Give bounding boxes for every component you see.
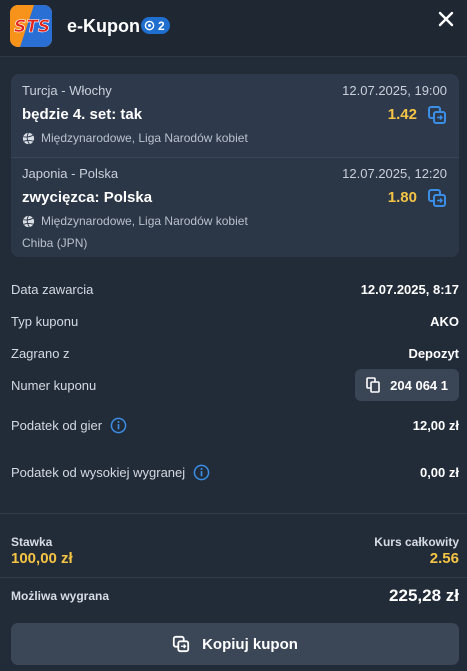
copy-coupon-number-button[interactable]: 204 064 1 bbox=[355, 369, 459, 401]
detail-type-row: Typ kuponu AKO bbox=[11, 310, 459, 332]
bet-league: Międzynarodowe, Liga Narodów kobiet bbox=[22, 214, 248, 228]
sts-logo: STS bbox=[10, 5, 52, 47]
bet-datetime: 12.07.2025, 12:20 bbox=[342, 166, 447, 181]
possible-win-label: Możliwa wygrana bbox=[11, 589, 110, 603]
stake-value: 100,00 zł bbox=[11, 550, 73, 567]
stake-label: Stawka bbox=[11, 535, 53, 549]
volleyball-icon bbox=[22, 215, 35, 227]
volleyball-icon bbox=[22, 132, 35, 144]
info-icon[interactable] bbox=[193, 464, 210, 481]
bet-match: Japonia - Polska bbox=[22, 166, 119, 181]
number-label: Numer kuponu bbox=[11, 377, 97, 393]
swap-icon[interactable] bbox=[427, 188, 447, 208]
detail-source-row: Zagrano z Depozyt bbox=[11, 342, 459, 364]
detail-tax-games-row: Podatek od gier 12,00 zł bbox=[11, 414, 459, 436]
tax-win-value: 0,00 zł bbox=[419, 464, 459, 480]
possible-win-value: 225,28 zł bbox=[389, 586, 459, 605]
detail-date-row: Data zawarcia 12.07.2025, 8:17 bbox=[11, 278, 459, 300]
copy-icon bbox=[366, 377, 380, 393]
date-label: Data zawarcia bbox=[11, 281, 94, 297]
source-value: Depozyt bbox=[408, 345, 459, 361]
bet-odds: 1.80 bbox=[387, 189, 417, 206]
detail-number-row: Numer kuponu 204 064 1 bbox=[11, 369, 459, 401]
close-icon bbox=[438, 11, 454, 27]
tax-win-label: Podatek od wysokiej wygranej bbox=[11, 464, 210, 481]
bet-league: Międzynarodowe, Liga Narodów kobiet bbox=[22, 131, 248, 145]
divider bbox=[0, 577, 467, 578]
bet-datetime: 12.07.2025, 19:00 bbox=[342, 83, 447, 98]
page-title: e-Kupon bbox=[67, 16, 140, 36]
divider bbox=[0, 513, 467, 514]
bet-item[interactable]: Japonia - Polska 12.07.2025, 12:20 zwyci… bbox=[11, 157, 459, 257]
copy-coupon-icon bbox=[172, 635, 190, 653]
tax-games-label: Podatek od gier bbox=[11, 417, 127, 434]
type-label: Typ kuponu bbox=[11, 313, 79, 329]
bet-pick: będzie 4. set: tak bbox=[22, 106, 143, 123]
date-value: 12.07.2025, 8:17 bbox=[360, 281, 459, 297]
info-icon[interactable] bbox=[110, 417, 127, 434]
swap-icon[interactable] bbox=[427, 105, 447, 125]
source-label: Zagrano z bbox=[11, 345, 70, 361]
coupon-icon bbox=[144, 20, 155, 31]
bet-odds: 1.42 bbox=[387, 106, 417, 123]
bet-venue: Chiba (JPN) bbox=[22, 236, 88, 250]
copy-coupon-button[interactable]: Kopiuj kupon bbox=[11, 623, 459, 665]
copy-coupon-label: Kopiuj kupon bbox=[202, 635, 298, 653]
close-button[interactable] bbox=[433, 6, 459, 32]
coupon-number: 204 064 1 bbox=[390, 377, 448, 393]
tax-games-value: 12,00 zł bbox=[412, 417, 459, 433]
badge-count: 2 bbox=[158, 18, 165, 33]
type-value: AKO bbox=[430, 313, 459, 329]
total-odds-value: 2.56 bbox=[429, 550, 459, 567]
bet-match: Turcja - Włochy bbox=[22, 83, 112, 98]
bet-league-label: Międzynarodowe, Liga Narodów kobiet bbox=[41, 214, 248, 228]
bets-list: Turcja - Włochy 12.07.2025, 19:00 będzie… bbox=[11, 74, 459, 257]
tax-win-label-text: Podatek od wysokiej wygranej bbox=[11, 464, 186, 480]
sts-logo-icon: STS bbox=[10, 5, 52, 47]
bet-league-label: Międzynarodowe, Liga Narodów kobiet bbox=[41, 131, 248, 145]
svg-text:STS: STS bbox=[14, 17, 50, 37]
tax-games-label-text: Podatek od gier bbox=[11, 417, 103, 433]
detail-tax-win-row: Podatek od wysokiej wygranej 0,00 zł bbox=[11, 461, 459, 483]
bet-pick: zwycięzca: Polska bbox=[22, 189, 153, 206]
bet-item[interactable]: Turcja - Włochy 12.07.2025, 19:00 będzie… bbox=[11, 74, 459, 156]
coupon-count-badge: 2 bbox=[141, 17, 170, 34]
header: STS e-Kupon 2 bbox=[0, 0, 467, 57]
total-odds-label: Kurs całkowity bbox=[374, 535, 459, 549]
